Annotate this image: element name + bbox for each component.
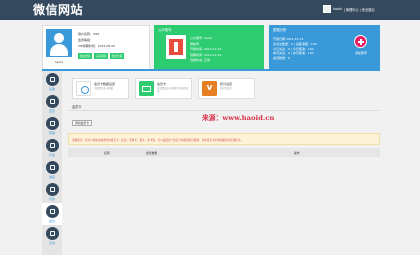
card-title: 会员卡 — [157, 82, 167, 86]
stats-info: 开通日期 2012-12-13 总关注数量：0 | 总取消量：100 今日关注：… — [273, 37, 317, 61]
vip-v-icon: v — [202, 81, 217, 96]
sidebar-item-reply[interactable]: 回复 — [42, 93, 62, 115]
notice-box: 温馨提示：您可以添加多种类型的会员卡，比如：普通卡、银卡、金卡等，可以设置每个会… — [68, 133, 380, 145]
sidebar-item-label: 基础 — [48, 87, 55, 91]
profile-info: 用户名称：VIP1 会员等级： VIP到期时间：2015-05-02 — [78, 31, 115, 50]
card-title: 积分设置 — [220, 82, 233, 86]
upgrade-member-button[interactable]: 会员升级 — [109, 53, 125, 59]
envelope-icon — [139, 81, 154, 96]
card-member-card[interactable]: 会员卡 可设置会员卡的相关信息和使用 — [135, 78, 192, 99]
account-panel-title: 公众账号 — [158, 27, 172, 32]
card-settings-icon — [76, 81, 91, 96]
sidebar-item-label: 行业 — [48, 153, 55, 157]
sidebar-item-label: 互动 — [48, 241, 55, 245]
add-account-plus-icon[interactable] — [354, 35, 367, 48]
payment-icon — [45, 183, 59, 196]
shop-icon — [45, 161, 59, 174]
marketing-icon — [45, 117, 59, 130]
account-line: 开通时间: 2013-12-12 — [190, 47, 222, 51]
stats-line: 总关注数量：0 | 总取消量：100 — [273, 41, 317, 46]
member-icon — [45, 205, 59, 218]
sidebar: 基础 回复 营销 行业 微店 付款 会员 互动 — [42, 71, 62, 255]
sidebar-item-label: 回复 — [48, 109, 55, 113]
sidebar-item-label: 会员 — [48, 219, 55, 223]
reply-icon — [45, 95, 59, 108]
site-logo[interactable]: 微信网站 — [33, 3, 83, 17]
stats-panel-title: 数据分析 — [273, 27, 287, 32]
interact-icon — [45, 227, 59, 240]
watermark: 来源：www.haoid.cn — [202, 114, 275, 122]
account-qr-icon — [166, 35, 186, 59]
header-divider — [42, 69, 380, 71]
section-divider — [68, 110, 380, 111]
section-title: 会员卡 — [72, 105, 82, 109]
account-line: 当前状态: 正常 — [190, 58, 210, 62]
user-avatar-icon[interactable] — [323, 5, 331, 13]
change-password-button[interactable]: 修改密码 — [78, 53, 93, 59]
complete-profile-button[interactable]: 完善资料 — [93, 53, 109, 59]
card-desc: 积分的设定 — [220, 87, 232, 90]
sidebar-item-label: 付款 — [48, 197, 55, 201]
top-links[interactable]: | 管理中心 | 安全退出 — [344, 7, 375, 12]
industry-icon — [45, 139, 59, 152]
top-navigation-bar: 微信网站 haoid | 管理中心 | 安全退出 — [0, 0, 420, 20]
add-member-card-button[interactable]: 添加会员卡 — [72, 120, 92, 126]
card-title: 会员卡数据设置 — [94, 82, 116, 86]
add-account-label[interactable]: 添加账号 — [350, 51, 372, 55]
column-header-name: 名称 — [104, 151, 110, 155]
profile-avatar-icon — [46, 29, 72, 57]
sidebar-item-label: 营销 — [48, 131, 55, 135]
account-info: 公众账号: haoid 微信号： 开通时间: 2013-12-12 到期时间: … — [190, 36, 221, 64]
profile-buttons: 修改密码 完善资料 会员升级 — [78, 53, 125, 59]
sidebar-item-basic[interactable]: 基础 — [42, 71, 62, 93]
profile-panel: haoid 用户名称：VIP1 会员等级： VIP到期时间：2015-05-02… — [42, 25, 150, 70]
sidebar-item-label: 微店 — [48, 175, 55, 179]
stats-panel: 数据分析 开通日期 2012-12-13 总关注数量：0 | 总取消量：100 … — [269, 25, 380, 70]
sidebar-item-industry[interactable]: 行业 — [42, 137, 62, 159]
top-user-area: haoid | 管理中心 | 安全退出 — [323, 5, 375, 13]
top-username[interactable]: haoid — [333, 7, 342, 11]
card-desc: 可设置会员卡的相关信息和使用 — [157, 87, 189, 94]
sidebar-item-payment[interactable]: 付款 — [42, 181, 62, 203]
stats-line: 会员数量：0 — [273, 56, 290, 61]
profile-username: haoid — [54, 60, 64, 64]
sidebar-item-interact[interactable]: 互动 — [42, 225, 62, 247]
card-member-settings[interactable]: 会员卡数据设置 可配置会员卡数据 — [72, 78, 129, 99]
card-desc: 可配置会员卡数据 — [94, 87, 114, 90]
column-header-member-count: 会员数量 — [146, 151, 158, 155]
sidebar-item-member[interactable]: 会员 — [42, 203, 62, 225]
table-header: 名称 会员数量 操作 — [68, 148, 380, 157]
home-icon — [45, 73, 59, 86]
sidebar-item-marketing[interactable]: 营销 — [42, 115, 62, 137]
card-points-settings[interactable]: v 积分设置 积分的设定 — [198, 78, 255, 99]
account-panel: 公众账号 公众账号: haoid 微信号： 开通时间: 2013-12-12 到… — [154, 25, 264, 70]
profile-line: VIP到期时间：2015-05-02 — [78, 44, 116, 49]
sidebar-item-shop[interactable]: 微店 — [42, 159, 62, 181]
column-header-actions: 操作 — [294, 151, 300, 155]
